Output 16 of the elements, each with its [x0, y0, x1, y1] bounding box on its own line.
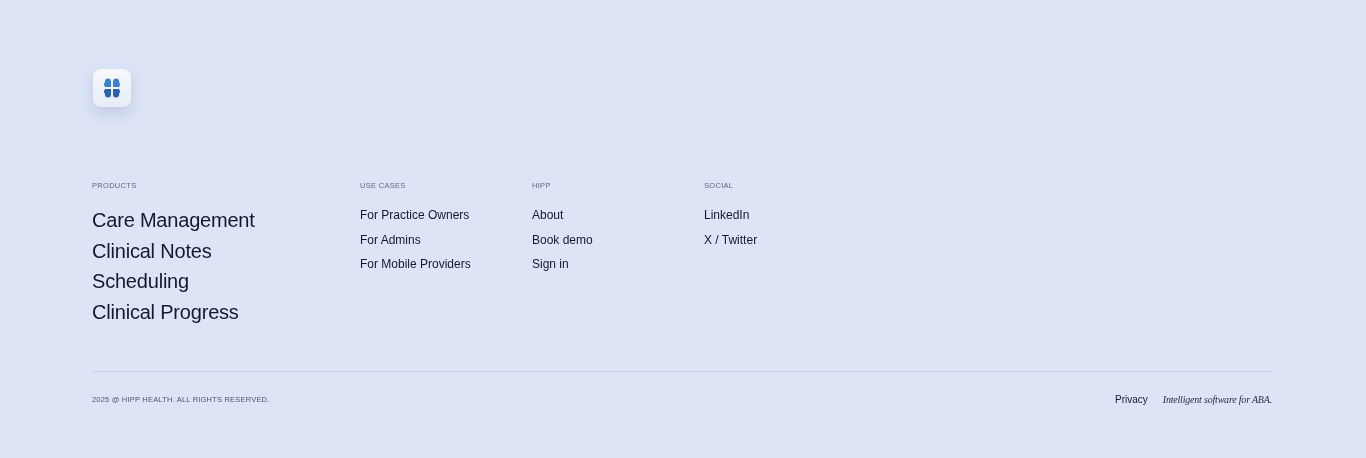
footer-link[interactable]: For Mobile Providers	[360, 252, 471, 277]
privacy-link[interactable]: Privacy	[1115, 394, 1148, 405]
footer-link[interactable]: For Admins	[360, 227, 421, 252]
footer-link[interactable]: Care Management	[92, 205, 255, 236]
footer-link[interactable]: Clinical Progress	[92, 296, 239, 327]
footer-link[interactable]: Book demo	[532, 227, 593, 252]
footer-link[interactable]: X / Twitter	[704, 227, 758, 252]
footer-link[interactable]: LinkedIn	[704, 203, 750, 228]
clover-logo-icon	[101, 77, 123, 99]
logo-tile[interactable]	[93, 69, 131, 107]
footer-link[interactable]: For Practice Owners	[360, 203, 470, 228]
footer-link[interactable]: Scheduling	[92, 266, 189, 297]
footer-link[interactable]: About	[532, 203, 564, 228]
footer-link[interactable]: Sign in	[532, 252, 569, 277]
tagline: Intelligent software for ABA.	[1162, 394, 1272, 405]
footer-link[interactable]: Clinical Notes	[92, 235, 212, 266]
